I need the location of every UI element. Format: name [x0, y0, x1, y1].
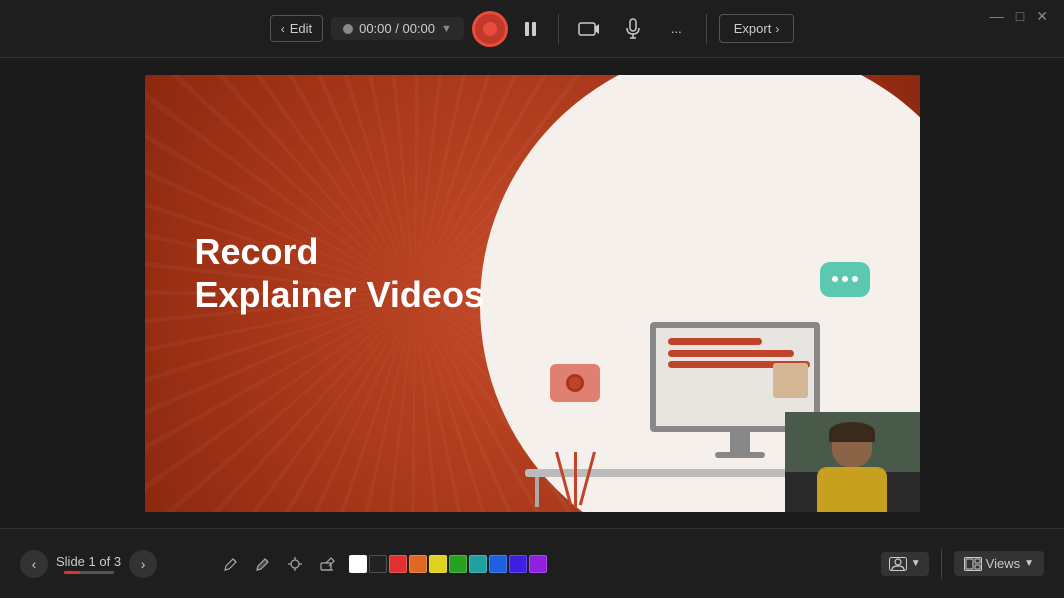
- pause-bar-left: [525, 22, 529, 36]
- window-controls: — □ ✕: [990, 8, 1048, 25]
- timer-expand-icon: ▼: [441, 23, 452, 35]
- webcam-feed: [785, 412, 920, 512]
- laser-icon: [287, 556, 303, 572]
- top-toolbar: ‹ Edit 00:00 / 00:00 ▼ ...: [0, 0, 1064, 58]
- screen-person: [773, 363, 808, 398]
- slide-indicator: Slide 1 of 3: [56, 554, 121, 569]
- color-swatch-yellow[interactable]: [429, 555, 447, 573]
- color-swatch-green[interactable]: [449, 555, 467, 573]
- color-swatch-orange[interactable]: [409, 555, 427, 573]
- color-swatch-teal[interactable]: [469, 555, 487, 573]
- timer-dot-icon: [343, 24, 353, 34]
- timer-area: 00:00 / 00:00 ▼: [331, 17, 464, 40]
- edit-button[interactable]: ‹ Edit: [270, 15, 323, 42]
- camera-lens: [566, 374, 584, 392]
- person-circle-icon: [889, 557, 907, 571]
- chat-dot-3: [852, 276, 858, 282]
- edit-label: Edit: [290, 21, 312, 36]
- chat-dot-2: [842, 276, 848, 282]
- color-swatch-purple[interactable]: [529, 555, 547, 573]
- pause-button[interactable]: [516, 14, 546, 44]
- color-swatch-red[interactable]: [389, 555, 407, 573]
- main-content: RecordExplainer Videos: [0, 58, 1064, 528]
- chat-dot-1: [832, 276, 838, 282]
- views-icon: [964, 557, 982, 571]
- microphone-toggle-button[interactable]: [615, 11, 651, 47]
- camera-toggle-button[interactable]: [571, 11, 607, 47]
- tripod-leg-right: [578, 451, 595, 505]
- camera-body: [550, 364, 600, 402]
- color-swatch-blue[interactable]: [489, 555, 507, 573]
- pen-tool-1[interactable]: [217, 550, 245, 578]
- color-palette: [349, 555, 547, 573]
- export-button[interactable]: Export ›: [719, 14, 795, 43]
- more-icon: ...: [671, 21, 682, 36]
- slide-title: RecordExplainer Videos: [195, 230, 484, 316]
- slide-navigation: ‹ Slide 1 of 3 ›: [20, 550, 157, 578]
- person-head: [832, 422, 872, 467]
- tripod-leg-left: [555, 451, 572, 505]
- color-swatch-indigo[interactable]: [509, 555, 527, 573]
- camera-icon: [578, 20, 600, 38]
- more-options-button[interactable]: ...: [659, 16, 694, 41]
- color-swatch-black[interactable]: [369, 555, 387, 573]
- drawing-tools: [217, 550, 341, 578]
- views-button[interactable]: Views ▼: [954, 551, 1044, 576]
- camera-view-dropdown: ▼: [911, 558, 921, 569]
- pause-bar-right: [532, 22, 536, 36]
- separator-2: [706, 14, 707, 44]
- next-slide-button[interactable]: ›: [129, 550, 157, 578]
- views-label: Views: [986, 556, 1020, 571]
- laser-tool[interactable]: [281, 550, 309, 578]
- person-hair: [829, 422, 875, 442]
- slide-text-area: RecordExplainer Videos: [195, 230, 484, 316]
- tripod-leg-mid: [574, 452, 577, 507]
- maximize-button[interactable]: □: [1016, 8, 1024, 25]
- tripod-legs: [550, 402, 600, 457]
- record-icon: [483, 22, 497, 36]
- screen-line-2: [668, 350, 794, 357]
- minimize-button[interactable]: —: [990, 8, 1004, 25]
- person-silhouette: [817, 422, 887, 512]
- slide-progress-fill: [64, 571, 81, 574]
- chevron-left-icon: ‹: [281, 22, 285, 36]
- screen-line-1: [668, 338, 763, 345]
- slide-container: RecordExplainer Videos: [145, 75, 920, 512]
- prev-slide-button[interactable]: ‹: [20, 550, 48, 578]
- camera-tripod: [550, 364, 600, 457]
- timer-display: 00:00 / 00:00: [359, 21, 435, 36]
- views-dropdown-icon: ▼: [1024, 558, 1034, 569]
- bottom-right-tools: ▼ Views ▼: [881, 549, 1044, 579]
- close-button[interactable]: ✕: [1036, 8, 1048, 25]
- slide-progress: [64, 571, 114, 574]
- export-label: Export: [734, 21, 772, 36]
- pen-icon-1: [223, 556, 239, 572]
- color-swatch-white[interactable]: [349, 555, 367, 573]
- desk-illustration: [525, 469, 815, 477]
- pen-icon-2: [255, 556, 271, 572]
- camera-view-button[interactable]: ▼: [881, 552, 929, 576]
- microphone-icon: [625, 18, 641, 40]
- bottom-toolbar: ‹ Slide 1 of 3 ›: [0, 528, 1064, 598]
- desk-leg-left: [535, 477, 539, 507]
- record-button[interactable]: [472, 11, 508, 47]
- eraser-tool[interactable]: [313, 550, 341, 578]
- slide-nav-info: Slide 1 of 3: [56, 554, 121, 574]
- person-body: [817, 467, 887, 512]
- separator-3: [941, 549, 942, 579]
- monitor-base: [715, 452, 765, 458]
- chevron-right-icon: ›: [775, 22, 779, 36]
- separator-1: [558, 14, 559, 44]
- chat-bubble: [820, 262, 870, 297]
- eraser-icon: [319, 556, 335, 572]
- pen-tool-2[interactable]: [249, 550, 277, 578]
- monitor-stand: [730, 432, 750, 452]
